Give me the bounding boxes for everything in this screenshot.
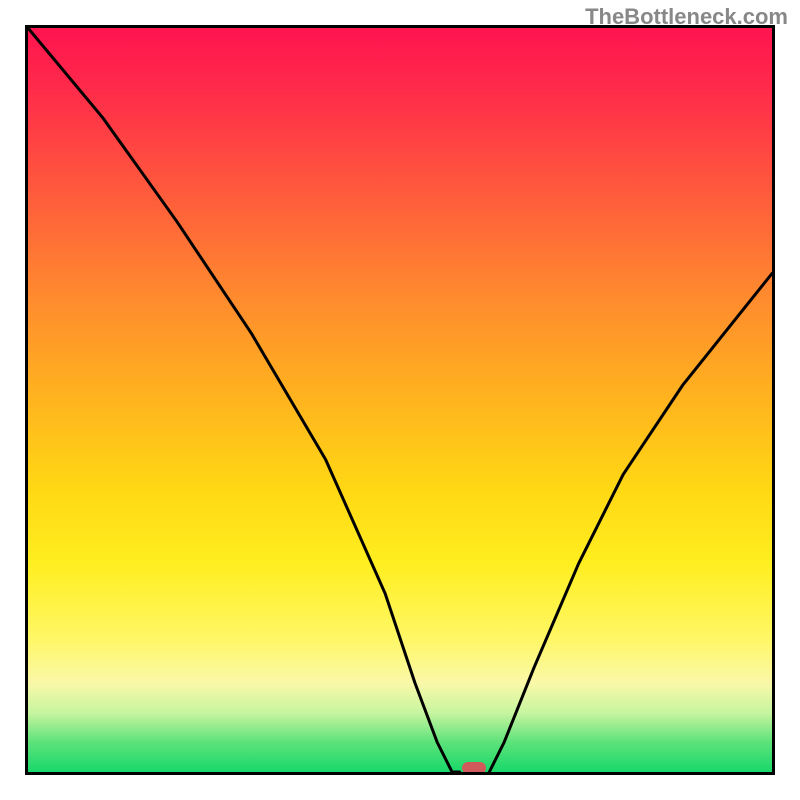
plot-frame xyxy=(25,25,775,775)
watermark-text: TheBottleneck.com xyxy=(585,4,788,30)
chart-container: TheBottleneck.com xyxy=(0,0,800,800)
curve-right-branch xyxy=(489,274,772,772)
curve-layer xyxy=(28,28,772,772)
curve-left-branch xyxy=(28,28,460,772)
optimum-marker xyxy=(462,762,486,774)
